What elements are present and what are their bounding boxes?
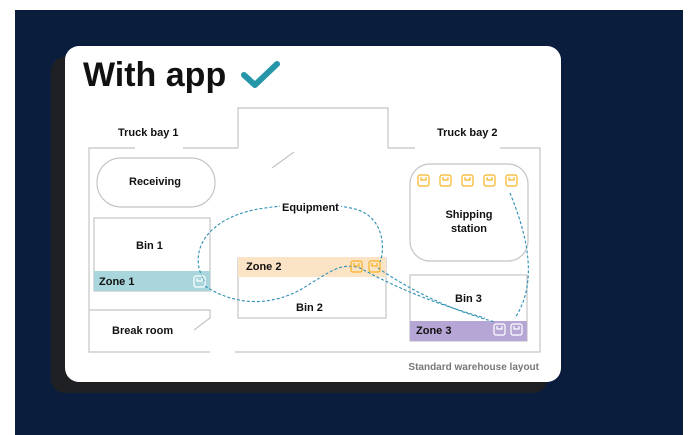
zone-3-label: Zone 3 bbox=[416, 325, 452, 337]
route-shipping-zone3 bbox=[509, 192, 529, 319]
truck-bay-1-label: Truck bay 1 bbox=[118, 127, 179, 139]
warehouse-floorplan bbox=[88, 107, 541, 353]
truck-bay-2-label: Truck bay 2 bbox=[437, 127, 498, 139]
receiving-label: Receiving bbox=[129, 176, 181, 188]
center-dock bbox=[237, 107, 389, 148]
package-icon bbox=[461, 174, 474, 187]
bin-1-label: Bin 1 bbox=[136, 240, 163, 252]
zone-2-label: Zone 2 bbox=[246, 261, 282, 273]
package-icon bbox=[505, 174, 518, 187]
break-room-label: Break room bbox=[112, 325, 174, 337]
package-icon bbox=[417, 174, 430, 187]
equipment-label: Equipment bbox=[280, 202, 341, 214]
shipping-station-label: Shipping station bbox=[445, 209, 493, 235]
package-icon bbox=[439, 174, 452, 187]
package-icons bbox=[193, 174, 523, 336]
bin-3-label: Bin 3 bbox=[455, 293, 482, 305]
zone-1-label: Zone 1 bbox=[99, 276, 135, 288]
layout-caption: Standard warehouse layout bbox=[408, 362, 539, 373]
package-icon bbox=[483, 174, 496, 187]
bin-2-label: Bin 2 bbox=[296, 302, 323, 314]
